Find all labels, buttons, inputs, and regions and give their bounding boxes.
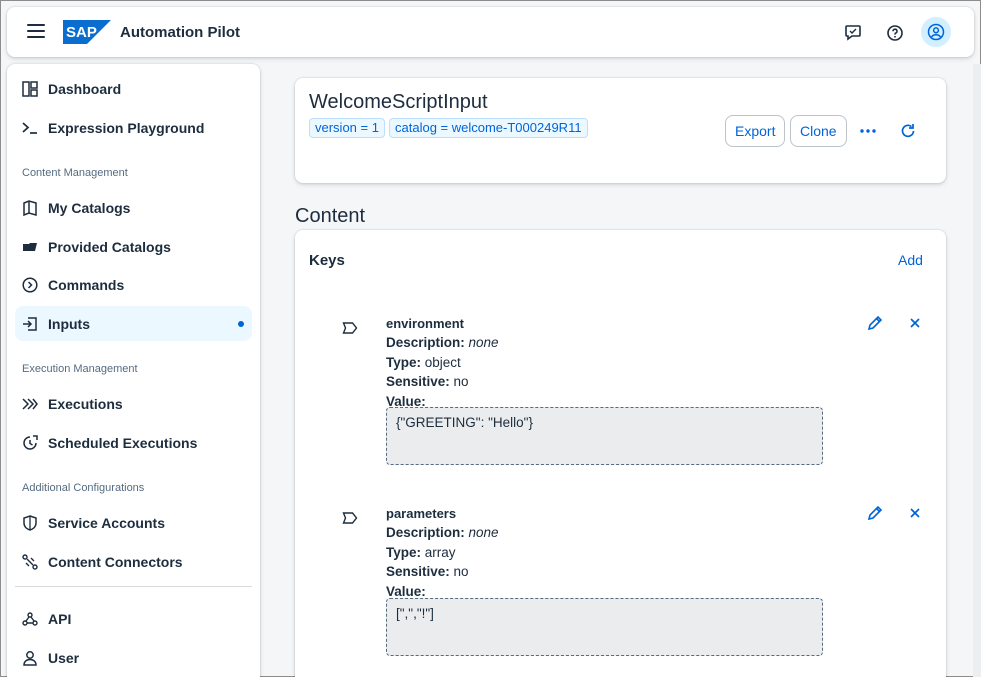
input-icon [20, 314, 40, 334]
connector-icon [20, 552, 40, 572]
app-title: Automation Pilot [120, 24, 240, 41]
catalog-icon [20, 198, 40, 218]
nav-label: Executions [48, 395, 123, 412]
nav-label: Inputs [48, 315, 90, 332]
more-options-icon[interactable] [855, 118, 881, 144]
nav-label: Scheduled Executions [48, 434, 198, 451]
sap-logo[interactable]: SAP [63, 20, 111, 44]
key-value-box: [",","!"] [386, 598, 823, 656]
key-sensitive: Sensitive: no [386, 564, 469, 579]
page-title: WelcomeScriptInput [309, 91, 488, 113]
help-icon[interactable] [881, 19, 909, 47]
api-icon [20, 609, 40, 629]
key-value-box: {"GREETING": "Hello"} [386, 407, 823, 465]
catalog-token: catalog = welcome-T000249R11 [389, 118, 588, 138]
nav-item-executions[interactable]: Executions [15, 386, 252, 421]
side-navigation: Dashboard Expression Playground Content … [7, 64, 260, 677]
user-avatar-icon[interactable] [921, 17, 951, 47]
nav-label: Expression Playground [48, 119, 205, 136]
key-type: Type: array [386, 545, 456, 560]
delete-icon[interactable] [904, 312, 926, 334]
scheduled-icon [20, 433, 40, 453]
nav-divider [15, 586, 252, 587]
key-type: Type: object [386, 355, 461, 370]
nav-item-commands[interactable]: Commands [15, 267, 252, 302]
nav-item-service-accounts[interactable]: Service Accounts [15, 505, 252, 540]
object-header: WelcomeScriptInput version = 1 catalog =… [295, 78, 946, 183]
key-sensitive: Sensitive: no [386, 374, 469, 389]
executions-icon [20, 394, 40, 414]
nav-item-expression-playground[interactable]: Expression Playground [15, 110, 252, 145]
key-description: Description: none [386, 335, 499, 350]
delete-icon[interactable] [904, 502, 926, 524]
selected-indicator [238, 321, 244, 327]
svg-text:SAP: SAP [66, 24, 97, 41]
key-value-label: Value: [386, 584, 426, 599]
nav-item-my-catalogs[interactable]: My Catalogs [15, 190, 252, 225]
nav-item-scheduled-executions[interactable]: Scheduled Executions [15, 425, 252, 460]
nav-group-execution-management: Execution Management [22, 363, 138, 375]
nav-item-content-connectors[interactable]: Content Connectors [15, 544, 252, 579]
edit-icon[interactable] [864, 312, 886, 334]
key-name: environment [386, 316, 465, 331]
edit-icon[interactable] [864, 502, 886, 524]
feedback-icon[interactable] [839, 19, 867, 47]
nav-item-user[interactable]: User [15, 640, 252, 675]
clone-button[interactable]: Clone [790, 115, 847, 147]
nav-group-content-management: Content Management [22, 167, 128, 179]
nav-label: Provided Catalogs [48, 238, 171, 255]
tag-icon [342, 512, 358, 524]
nav-group-additional-configurations: Additional Configurations [22, 482, 145, 494]
nav-label: API [48, 610, 72, 627]
keys-title: Keys [309, 252, 345, 269]
folder-icon [20, 237, 40, 257]
export-button[interactable]: Export [725, 115, 786, 147]
nav-item-provided-catalogs[interactable]: Provided Catalogs [15, 229, 252, 264]
nav-label: Service Accounts [48, 514, 165, 531]
page-scrollbar[interactable] [973, 64, 981, 677]
version-token: version = 1 [309, 118, 385, 138]
nav-label: Content Connectors [48, 553, 183, 570]
nav-label: User [48, 649, 80, 666]
nav-label: My Catalogs [48, 199, 131, 216]
shield-icon [20, 513, 40, 533]
key-item: environment Description: none Type: obje… [295, 307, 946, 487]
menu-icon[interactable] [27, 24, 45, 40]
dashboard-icon [20, 79, 40, 99]
user-icon [20, 648, 40, 668]
key-item: parameters Description: none Type: array… [295, 497, 946, 677]
nav-item-api[interactable]: API [15, 601, 252, 636]
nav-item-inputs[interactable]: Inputs [15, 306, 252, 341]
key-name: parameters [386, 506, 457, 521]
nav-label: Dashboard [48, 80, 122, 97]
keys-card: Keys Add environment Description: none T… [295, 230, 946, 677]
nav-label: Commands [48, 276, 125, 293]
command-icon [20, 275, 40, 295]
terminal-icon [20, 118, 40, 138]
add-key-link[interactable]: Add [898, 252, 923, 268]
nav-item-dashboard[interactable]: Dashboard [15, 71, 252, 106]
refresh-icon[interactable] [895, 118, 921, 144]
tag-icon [342, 322, 358, 334]
content-section-title: Content [295, 205, 366, 227]
shell-bar: SAP Automation Pilot [7, 7, 974, 57]
key-description: Description: none [386, 525, 499, 540]
